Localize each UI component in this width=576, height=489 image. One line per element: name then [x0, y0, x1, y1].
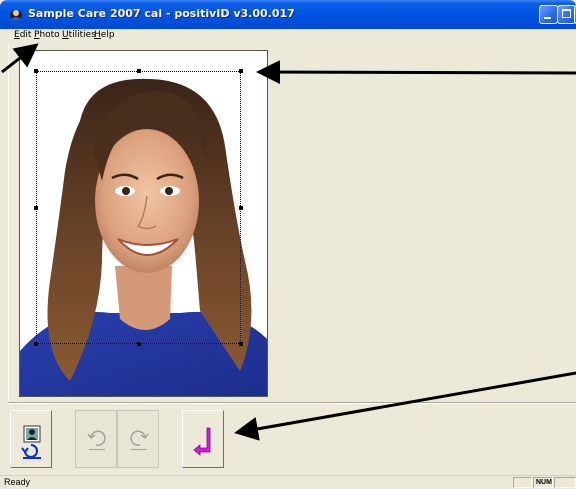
app-logo-icon — [10, 10, 22, 20]
crop-selection[interactable] — [34, 69, 243, 346]
crop-handle[interactable] — [239, 342, 243, 346]
status-cell — [513, 477, 532, 488]
crop-handle[interactable] — [137, 69, 141, 73]
rotate-left-icon — [87, 430, 106, 450]
status-bar: Ready NUM — [0, 475, 576, 489]
toolbar-separator — [8, 402, 576, 404]
crop-handle[interactable] — [137, 342, 141, 346]
rotate-right-button[interactable] — [117, 410, 159, 468]
crop-handle[interactable] — [34, 69, 38, 73]
menu-utilities[interactable]: Utilities — [62, 30, 96, 40]
rotate-left-button[interactable] — [75, 410, 117, 468]
select-photo-button[interactable] — [10, 410, 52, 468]
minimize-button[interactable] — [539, 5, 558, 24]
menu-bar: Edit Photo Utilities Help — [0, 29, 576, 43]
menu-help[interactable]: Help — [94, 30, 115, 40]
crop-handle[interactable] — [239, 206, 243, 210]
title-bar[interactable]: Sample Care 2007 cal - positivID v3.00.0… — [0, 0, 576, 29]
num-lock-indicator: NUM — [533, 477, 553, 488]
rotate-right-icon — [130, 430, 149, 450]
crop-handle[interactable] — [239, 69, 243, 73]
enter-arrow-icon — [193, 427, 211, 456]
window-title: Sample Care 2007 cal - positivID v3.00.0… — [28, 7, 295, 20]
status-cell — [554, 477, 576, 488]
status-text: Ready — [4, 477, 31, 487]
enter-button[interactable] — [182, 410, 224, 468]
menu-edit[interactable]: Edit — [14, 30, 31, 40]
menu-photo[interactable]: Photo — [34, 30, 60, 40]
maximize-icon — [562, 9, 571, 18]
crop-handle[interactable] — [34, 206, 38, 210]
minimize-icon — [544, 17, 551, 19]
id-photo-icon — [21, 425, 41, 459]
crop-handle[interactable] — [34, 342, 38, 346]
